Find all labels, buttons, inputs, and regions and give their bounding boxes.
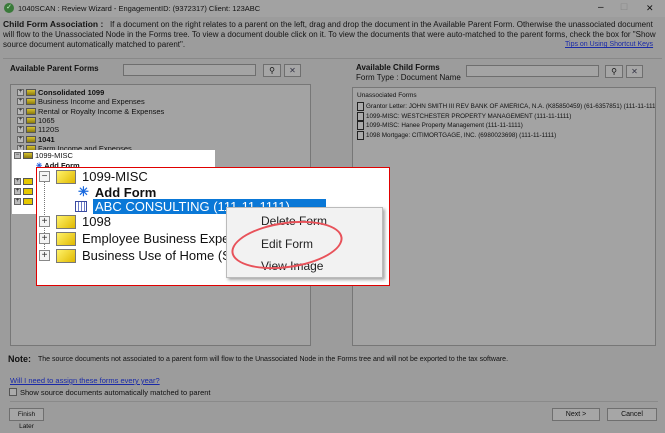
show-matched-checkbox[interactable] <box>9 388 17 396</box>
clear-icon: ✕ <box>289 66 296 75</box>
tree-node-label[interactable]: 1099-MISC <box>35 151 73 160</box>
search-icon: ⚲ <box>269 66 275 75</box>
tree-node[interactable]: +1065 <box>17 116 55 125</box>
tree-node[interactable]: +1098 <box>39 214 111 229</box>
list-item-label[interactable]: 1099-MISC: WESTCHESTER PROPERTY MANAGEME… <box>366 113 571 120</box>
list-item[interactable]: 1099-MISC: WESTCHESTER PROPERTY MANAGEME… <box>357 111 571 121</box>
collapse-icon[interactable]: − <box>14 152 21 159</box>
document-icon <box>357 111 364 121</box>
child-search-button[interactable]: ⚲ <box>605 65 623 78</box>
add-form-node[interactable]: Add Form <box>95 185 156 200</box>
intro-text: Child Form Association : If a document o… <box>3 19 663 50</box>
tree-node-label[interactable]: 1120S <box>38 125 59 134</box>
tree-node-label[interactable]: 1098 <box>82 214 111 229</box>
window-title: 1040SCAN : Review Wizard - EngagementID:… <box>18 4 261 13</box>
expand-icon[interactable]: + <box>17 98 24 106</box>
list-item-label[interactable]: Grantor Letter: JOHN SMITH III REV BANK … <box>366 103 655 110</box>
folder-icon <box>26 107 36 115</box>
folder-icon <box>56 169 76 184</box>
collapse-icon[interactable]: − <box>39 171 50 182</box>
expand-icon[interactable]: + <box>14 188 21 195</box>
list-item-label[interactable]: 1098 Mortgage: CITIMORTGAGE, INC. (69800… <box>366 132 556 139</box>
document-icon <box>357 121 364 130</box>
folder-icon <box>26 126 36 134</box>
minimize-button[interactable]: – <box>598 2 604 13</box>
tree-node[interactable]: +1041 <box>17 135 55 144</box>
folder-label[interactable]: 1099-MISC <box>82 169 148 184</box>
tree-node[interactable]: +1120S <box>17 125 59 134</box>
expand-icon[interactable]: + <box>17 135 24 143</box>
parent-search-button[interactable]: ⚲ <box>263 64 281 77</box>
clear-icon: ✕ <box>631 67 638 76</box>
search-icon: ⚲ <box>611 67 617 76</box>
tree-node-label[interactable]: 1041 <box>38 135 55 144</box>
finish-later-button[interactable]: Finish Later <box>9 408 44 430</box>
tips-link[interactable]: Tips on Using Shortcut Keys <box>565 41 653 48</box>
parent-forms-label: Available Parent Forms <box>10 64 99 73</box>
add-icon: ✳ <box>78 184 89 199</box>
tree-node[interactable]: + Business Income and Expenses <box>17 97 145 106</box>
folder-icon <box>56 214 76 229</box>
tree-node[interactable]: + Employee Business Expenses <box>39 231 257 246</box>
parent-search-input[interactable] <box>123 64 256 76</box>
tree-node[interactable]: + Consolidated 1099 <box>17 88 104 97</box>
divider <box>10 401 658 402</box>
form-calendar-icon <box>75 201 87 212</box>
parent-clear-button[interactable]: ✕ <box>284 64 301 77</box>
close-button[interactable]: ✕ <box>646 3 654 14</box>
folder-icon <box>23 188 33 195</box>
list-item[interactable]: 1099-MISC: Hanee Property Management (11… <box>357 121 523 130</box>
list-item[interactable]: 1098 Mortgage: CITIMORTGAGE, INC. (69800… <box>357 130 556 140</box>
folder-icon <box>26 116 36 124</box>
expand-icon[interactable]: + <box>17 126 24 134</box>
child-forms-sublabel: Form Type : Document Name <box>356 73 461 82</box>
list-item[interactable]: Grantor Letter: JOHN SMITH III REV BANK … <box>357 102 655 111</box>
child-forms-list[interactable]: Unassociated Forms Grantor Letter: JOHN … <box>352 87 656 346</box>
folder-icon <box>26 89 36 96</box>
divider <box>3 58 662 59</box>
document-icon <box>357 130 364 140</box>
folder-icon <box>56 231 76 246</box>
note-text: The source documents not associated to a… <box>38 356 509 363</box>
show-matched-label[interactable]: Show source documents automatically matc… <box>20 388 211 397</box>
maximize-button[interactable]: ☐ <box>620 2 628 13</box>
tree-node-label[interactable]: 1065 <box>38 116 55 125</box>
folder-icon <box>23 178 33 185</box>
child-forms-label: Available Child Forms <box>356 63 440 72</box>
title-bar: ✓ 1040SCAN : Review Wizard - EngagementI… <box>0 0 665 17</box>
expand-icon[interactable]: + <box>39 250 50 261</box>
folder-icon <box>26 98 36 106</box>
expand-icon[interactable]: + <box>14 198 21 205</box>
expand-icon[interactable]: + <box>39 233 50 244</box>
cancel-button[interactable]: Cancel <box>607 408 657 421</box>
unassociated-node[interactable]: Unassociated Forms <box>357 92 417 99</box>
expand-icon[interactable]: + <box>17 107 24 115</box>
folder-icon <box>56 248 76 263</box>
tree-node-label[interactable]: Business Income and Expenses <box>38 97 145 106</box>
expand-icon[interactable]: + <box>17 89 24 96</box>
folder-icon <box>23 152 33 159</box>
document-icon <box>357 102 364 111</box>
folder-icon <box>23 198 33 205</box>
list-item-label[interactable]: 1099-MISC: Hanee Property Management (11… <box>366 122 523 129</box>
app-check-icon: ✓ <box>4 3 14 13</box>
expand-icon[interactable]: + <box>39 216 50 227</box>
folder-icon <box>26 135 36 143</box>
intro-heading: Child Form Association : <box>3 19 104 29</box>
expand-icon[interactable]: + <box>17 116 24 124</box>
expand-icon[interactable]: + <box>14 178 21 185</box>
child-clear-button[interactable]: ✕ <box>626 65 643 78</box>
child-search-input[interactable] <box>466 65 599 77</box>
next-button[interactable]: Next > <box>552 408 600 421</box>
note-label: Note: <box>8 354 31 364</box>
tree-node-label[interactable]: Consolidated 1099 <box>38 88 104 97</box>
tree-node-label[interactable]: Rental or Royalty Income & Expenses <box>38 107 164 116</box>
tree-node[interactable]: + Rental or Royalty Income & Expenses <box>17 107 164 116</box>
assign-forms-link[interactable]: Will I need to assign these forms every … <box>10 376 160 385</box>
